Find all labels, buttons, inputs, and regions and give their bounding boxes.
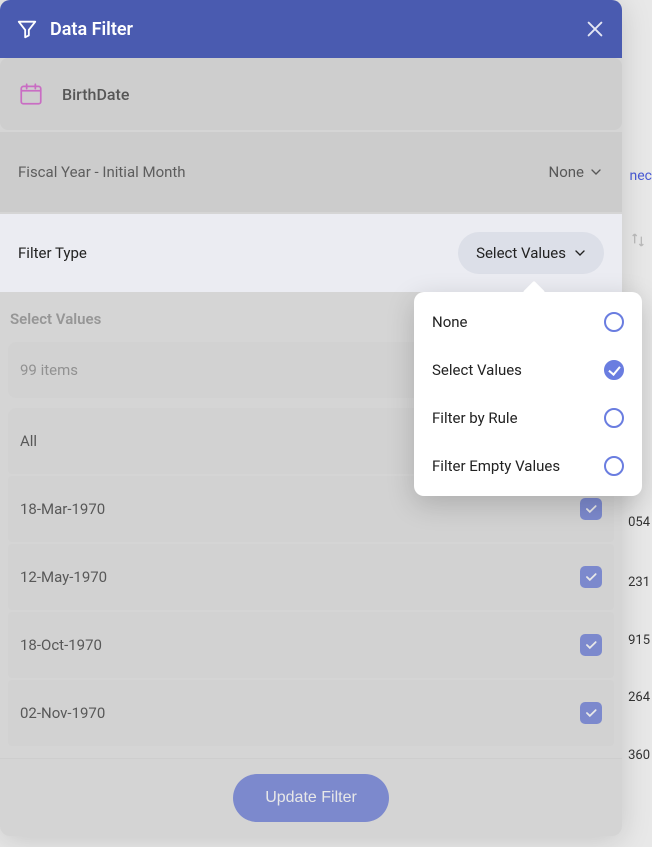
popover-option-label: Select Values	[432, 361, 522, 379]
chevron-down-icon	[572, 245, 588, 261]
update-filter-button[interactable]: Update Filter	[233, 774, 389, 822]
checkbox-checked[interactable]	[580, 566, 602, 588]
fiscal-year-value: None	[549, 163, 585, 181]
panel-title: Data Filter	[50, 19, 133, 40]
bg-number: 054	[628, 515, 650, 530]
value-row[interactable]: 18-Oct-1970	[8, 612, 614, 678]
value-label: 18-Mar-1970	[20, 500, 105, 518]
fiscal-year-row: Fiscal Year - Initial Month None	[0, 132, 622, 212]
checkbox-checked[interactable]	[580, 498, 602, 520]
filter-type-dropdown[interactable]: Select Values	[458, 232, 604, 274]
value-label: 12-May-1970	[20, 568, 107, 586]
bg-number: 360	[628, 748, 650, 763]
panel-header: Data Filter	[0, 0, 622, 58]
popover-option-filter-by-rule[interactable]: Filter by Rule	[414, 394, 642, 442]
bg-number: 915	[628, 633, 650, 648]
checkbox-checked[interactable]	[580, 634, 602, 656]
popover-option-label: Filter by Rule	[432, 409, 518, 427]
filter-type-label: Filter Type	[18, 244, 87, 262]
column-name: BirthDate	[62, 85, 129, 104]
popover-option-label: None	[432, 313, 468, 331]
filter-type-popover: None Select Values Filter by Rule Filter…	[414, 292, 642, 496]
radio-unchecked[interactable]	[604, 312, 624, 332]
filter-type-row: Filter Type Select Values	[0, 214, 622, 292]
checkbox-checked[interactable]	[580, 702, 602, 724]
filter-type-value: Select Values	[476, 244, 566, 262]
bg-number: 231	[628, 575, 650, 590]
popover-option-label: Filter Empty Values	[432, 457, 560, 475]
radio-unchecked[interactable]	[604, 408, 624, 428]
panel-footer: Update Filter	[0, 758, 622, 836]
value-label: 02-Nov-1970	[20, 704, 105, 722]
fiscal-year-dropdown[interactable]: None	[549, 163, 605, 181]
fiscal-year-label: Fiscal Year - Initial Month	[18, 163, 186, 181]
value-label: 18-Oct-1970	[20, 636, 102, 654]
bg-partial-link[interactable]: nec	[630, 168, 652, 184]
value-row[interactable]: 02-Nov-1970	[8, 680, 614, 746]
calendar-icon	[18, 81, 44, 107]
chevron-down-icon	[588, 164, 604, 180]
sort-icon	[630, 232, 646, 248]
value-row[interactable]: 12-May-1970	[8, 544, 614, 610]
popover-option-none[interactable]: None	[414, 298, 642, 346]
bg-number: 264	[628, 690, 650, 705]
value-label: All	[20, 432, 37, 450]
close-icon[interactable]	[584, 18, 606, 40]
popover-option-select-values[interactable]: Select Values	[414, 346, 642, 394]
radio-unchecked[interactable]	[604, 456, 624, 476]
column-row: BirthDate	[0, 58, 622, 130]
funnel-icon	[16, 18, 38, 40]
popover-option-filter-empty[interactable]: Filter Empty Values	[414, 442, 642, 490]
radio-checked[interactable]	[604, 360, 624, 380]
